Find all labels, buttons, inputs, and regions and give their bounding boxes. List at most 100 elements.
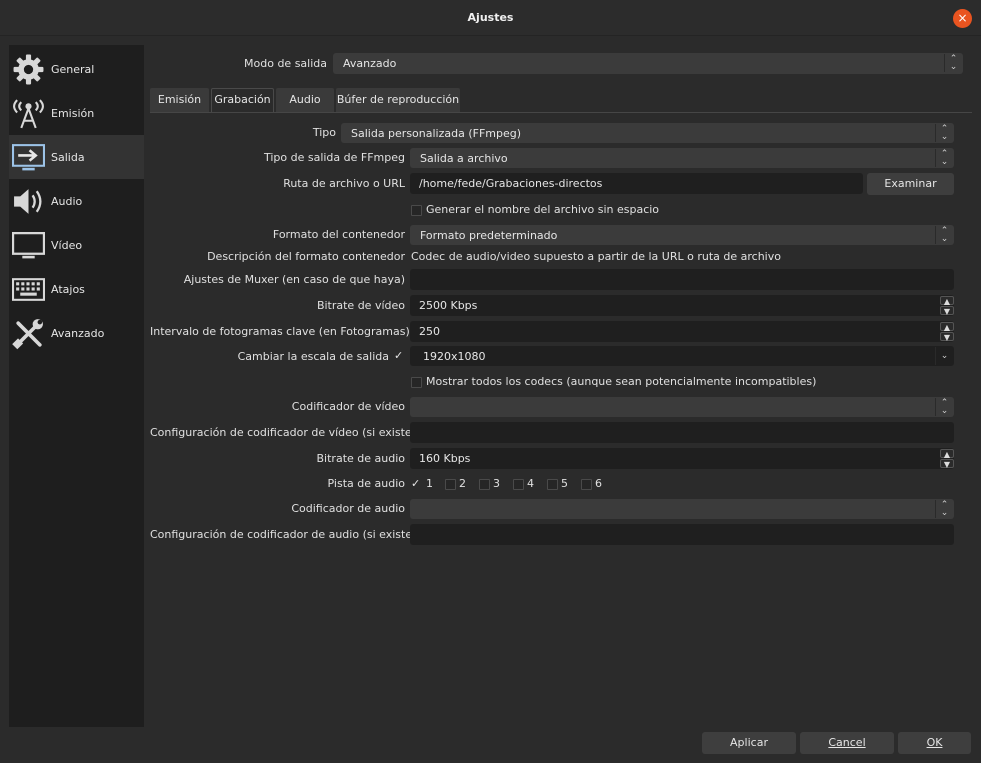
chevron-updown-icon: ⌃ ⌄ [935,149,953,167]
keyframe-interval-spinner[interactable]: ▲ ▼ [940,322,954,342]
audio-track-6-checkbox[interactable] [581,479,592,490]
show-all-codecs-label: Mostrar todos los codecs (aunque sean po… [426,375,817,388]
rescale-select[interactable]: 1920x1080 ⌄ [410,346,954,366]
rescale-checkbox[interactable]: ✓ [394,349,403,362]
output-mode-select[interactable]: Avanzado ⌃ ⌄ [333,53,963,74]
show-all-codecs-checkbox[interactable] [411,377,422,388]
no-space-checkbox[interactable] [411,205,422,216]
sidebar-item-emision[interactable]: Emisión [9,91,144,135]
sidebar-item-audio[interactable]: Audio [9,179,144,223]
audio-bitrate-spinner[interactable]: ▲ ▼ [940,449,954,469]
chevron-updown-icon: ⌃ ⌄ [935,500,953,518]
audio-track-5-checkbox[interactable] [547,479,558,490]
tools-icon [12,319,43,350]
keyframe-interval-value: 250 [419,325,440,338]
audio-track-4-checkbox[interactable] [513,479,524,490]
type-label: Tipo [312,126,336,139]
audio-encoder-settings-input[interactable] [410,524,954,545]
chevron-updown-icon: ⌃ ⌄ [935,124,953,142]
container-format-value: Formato predeterminado [420,229,558,242]
window-title: Ajustes [467,11,514,24]
close-button[interactable]: × [953,9,972,28]
path-value: /home/fede/Grabaciones-directos [419,177,603,190]
audio-encoder-select[interactable]: ⌃ ⌄ [410,499,954,519]
muxer-settings-label: Ajustes de Muxer (en caso de que haya) [183,273,405,286]
audio-encoder-settings-label: Configuración de codificador de audio (s… [150,528,417,541]
gear-icon [13,54,44,85]
sidebar-item-general[interactable]: General [9,47,144,91]
audio-bitrate-input[interactable]: 160 Kbps ▲ ▼ [410,448,954,469]
audio-bitrate-value: 160 Kbps [419,452,471,465]
chevron-updown-icon: ⌃ ⌄ [935,398,953,416]
audio-track-2-label: 2 [459,477,466,490]
audio-track-1-label: 1 [426,477,433,490]
ffmpeg-output-type-value: Salida a archivo [420,152,508,165]
title-bar: Ajustes × [0,0,981,36]
sidebar-item-video[interactable]: Vídeo [9,223,144,267]
ffmpeg-output-type-select[interactable]: Salida a archivo ⌃ ⌄ [410,148,954,168]
spin-down-icon[interactable]: ▼ [940,332,954,342]
path-input[interactable]: /home/fede/Grabaciones-directos [410,173,863,194]
speaker-icon [14,189,42,214]
spin-down-icon[interactable]: ▼ [940,306,954,316]
audio-track-label: Pista de audio [327,477,405,490]
tab-audio[interactable]: Audio [276,88,334,112]
sidebar-item-salida[interactable]: Salida [9,135,144,179]
sidebar-item-label: Emisión [51,107,95,120]
video-bitrate-input[interactable]: 2500 Kbps ▲ ▼ [410,295,954,316]
spin-up-icon[interactable]: ▲ [940,322,954,332]
spin-down-icon[interactable]: ▼ [940,459,954,469]
audio-track-1-checkbox[interactable]: ✓ [411,477,420,490]
audio-track-3-label: 3 [493,477,500,490]
keyframe-interval-input[interactable]: 250 ▲ ▼ [410,321,954,342]
chevron-down-icon: ⌄ [935,347,953,365]
video-encoder-settings-input[interactable] [410,422,954,443]
audio-encoder-label: Codificador de audio [291,502,405,515]
chevron-updown-icon: ⌃ ⌄ [944,54,962,72]
audio-track-2-checkbox[interactable] [445,479,456,490]
no-space-label: Generar el nombre del archivo sin espaci… [426,203,660,216]
type-value: Salida personalizada (FFmpeg) [351,127,522,140]
tab-bufer-reproduccion[interactable]: Búfer de reproducción [336,88,460,112]
audio-track-5-label: 5 [561,477,568,490]
video-encoder-settings-label: Configuración de codificador de vídeo (s… [150,426,416,439]
monitor-icon [12,231,45,259]
container-format-select[interactable]: Formato predeterminado ⌃ ⌄ [410,225,954,245]
audio-track-6-label: 6 [595,477,602,490]
apply-button[interactable]: Aplicar [702,732,796,754]
tab-emision[interactable]: Emisión [150,88,209,112]
keyframe-interval-label: Intervalo de fotogramas clave (en Fotogr… [150,325,410,338]
settings-sidebar: General Emisión Salida Audio Vídeo Atajo… [9,45,144,727]
audio-track-3-checkbox[interactable] [479,479,490,490]
spin-up-icon[interactable]: ▲ [940,449,954,459]
video-encoder-select[interactable]: ⌃ ⌄ [410,397,954,417]
video-encoder-label: Codificador de vídeo [291,400,405,413]
muxer-settings-input[interactable] [410,269,954,290]
audio-bitrate-label: Bitrate de audio [316,452,405,465]
type-select[interactable]: Salida personalizada (FFmpeg) ⌃ ⌄ [341,123,954,143]
sidebar-item-label: Salida [51,151,85,164]
video-bitrate-spinner[interactable]: ▲ ▼ [940,296,954,316]
ffmpeg-output-type-label: Tipo de salida de FFmpeg [263,151,405,164]
sidebar-item-atajos[interactable]: Atajos [9,267,144,311]
sidebar-item-label: Avanzado [51,327,105,340]
audio-track-4-label: 4 [527,477,534,490]
chevron-updown-icon: ⌃ ⌄ [935,226,953,244]
output-icon [12,144,45,171]
output-mode-label: Modo de salida [244,57,327,70]
sidebar-item-label: Atajos [51,283,85,296]
browse-button[interactable]: Examinar [867,173,954,195]
sidebar-item-label: Audio [51,195,83,208]
video-bitrate-label: Bitrate de vídeo [316,299,405,312]
broadcast-icon [13,99,44,129]
container-format-label: Formato del contenedor [272,228,405,241]
rescale-label: Cambiar la escala de salida [237,350,389,363]
sidebar-item-avanzado[interactable]: Avanzado [9,311,144,355]
tab-grabacion[interactable]: Grabación [211,88,274,112]
ok-button[interactable]: OK [898,732,971,754]
cancel-button[interactable]: Cancel [800,732,894,754]
spin-up-icon[interactable]: ▲ [940,296,954,306]
tab-separator [150,112,972,113]
path-label: Ruta de archivo o URL [283,177,405,190]
output-mode-value: Avanzado [343,57,397,70]
